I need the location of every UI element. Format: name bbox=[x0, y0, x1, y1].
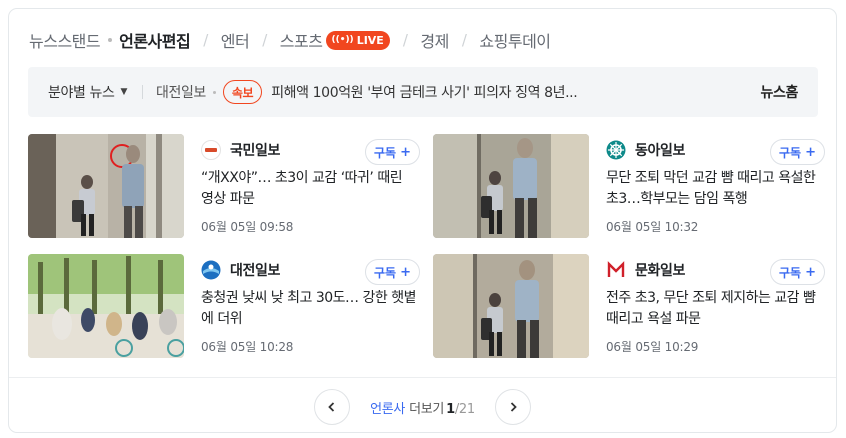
press-row: 국민일보 bbox=[201, 140, 280, 160]
press-row: 문화일보 bbox=[606, 260, 685, 280]
chevron-left-icon bbox=[328, 402, 335, 412]
article-info: 국민일보 구독 + “개XX야”… 초3이 교감 ‘따귀’ 때린 영상 파문 06… bbox=[201, 134, 420, 238]
daejeon-logo-icon bbox=[201, 260, 221, 280]
ticker-press-name[interactable]: 대전일보 bbox=[156, 82, 206, 102]
article-thumbnail[interactable] bbox=[433, 134, 589, 238]
current-page: 1 bbox=[446, 401, 455, 417]
pagination: 언론사 더보기 1/21 bbox=[9, 389, 836, 425]
chevron-right-icon bbox=[510, 402, 517, 412]
next-page-button[interactable] bbox=[494, 389, 531, 425]
subscribe-label: 구독 bbox=[374, 265, 397, 280]
article-card: 동아일보 구독 + 무단 조퇴 막던 교감 뺨 때리고 욕설한 초3…학부모는 담… bbox=[433, 134, 825, 238]
footer-divider bbox=[9, 377, 836, 378]
tab-press-edit[interactable]: 언론사편집 bbox=[119, 28, 191, 52]
tab-separator: / bbox=[203, 31, 208, 49]
prev-page-button[interactable] bbox=[314, 389, 351, 425]
category-dropdown[interactable]: 분야별 뉴스 ▼ bbox=[48, 82, 127, 102]
press-edition-panel: 뉴스스탠드 언론사편집 / 엔터 / 스포츠 ((•)) LIVE / 경제 / … bbox=[8, 8, 837, 433]
plus-icon: + bbox=[805, 144, 816, 160]
article-thumbnail[interactable] bbox=[28, 254, 184, 358]
breaking-badge: 속보 bbox=[222, 80, 263, 104]
live-badge[interactable]: ((•)) LIVE bbox=[326, 30, 390, 50]
article-title[interactable]: 충청권 낮씨 낮 최고 30도… 강한 햇볕에 더위 bbox=[201, 288, 418, 330]
tab-separator: / bbox=[461, 31, 467, 49]
press-name[interactable]: 문화일보 bbox=[635, 260, 685, 280]
article-thumbnail[interactable] bbox=[433, 254, 589, 358]
article-date: 06월 05일 10:32 bbox=[606, 220, 699, 234]
plus-icon: + bbox=[400, 144, 411, 160]
article-date: 06월 05일 10:29 bbox=[606, 340, 699, 354]
article-card: 국민일보 구독 + “개XX야”… 초3이 교감 ‘따귀’ 때린 영상 파문 06… bbox=[28, 134, 420, 238]
article-title[interactable]: “개XX야”… 초3이 교감 ‘따귀’ 때린 영상 파문 bbox=[201, 168, 418, 210]
tab-newsstand[interactable]: 뉴스스탠드 bbox=[29, 28, 101, 52]
press-row: 대전일보 bbox=[201, 260, 280, 280]
press-row: 동아일보 bbox=[606, 140, 685, 160]
subscribe-button[interactable]: 구독 + bbox=[365, 259, 420, 285]
section-tabs: 뉴스스탠드 언론사편집 / 엔터 / 스포츠 ((•)) LIVE / 경제 / … bbox=[29, 28, 551, 52]
subscribe-label: 구독 bbox=[374, 145, 397, 160]
live-badge-label: LIVE bbox=[356, 33, 384, 47]
article-title[interactable]: 전주 초3, 무단 조퇴 제지하는 교감 뺨 때리고 욕설 파문 bbox=[606, 288, 823, 330]
ticker-separator-dot bbox=[212, 90, 216, 94]
donga-logo-icon bbox=[606, 140, 626, 160]
article-card: 문화일보 구독 + 전주 초3, 무단 조퇴 제지하는 교감 뺨 때리고 욕설 파… bbox=[433, 254, 825, 358]
category-label: 분야별 뉴스 bbox=[48, 85, 115, 101]
press-name[interactable]: 대전일보 bbox=[230, 260, 280, 280]
article-info: 동아일보 구독 + 무단 조퇴 막던 교감 뺨 때리고 욕설한 초3…학부모는 담… bbox=[606, 134, 825, 238]
article-info: 문화일보 구독 + 전주 초3, 무단 조퇴 제지하는 교감 뺨 때리고 욕설 파… bbox=[606, 254, 825, 358]
tab-sports[interactable]: 스포츠 bbox=[280, 28, 323, 52]
kukmin-logo-icon bbox=[201, 140, 221, 160]
tab-separator: / bbox=[402, 31, 408, 49]
article-date: 06월 05일 09:58 bbox=[201, 220, 294, 234]
ticker-divider bbox=[141, 85, 143, 99]
article-card: 대전일보 구독 + 충청권 낮씨 낮 최고 30도… 강한 햇볕에 더위 06월 … bbox=[28, 254, 420, 358]
broadcast-icon: ((•)) bbox=[331, 35, 354, 45]
ticker-headline[interactable]: 피해액 100억원 '부여 금테크 사기' 피의자 징역 8년... bbox=[271, 82, 577, 102]
plus-icon: + bbox=[400, 264, 411, 280]
munhwa-logo-icon bbox=[607, 261, 625, 279]
plus-icon: + bbox=[805, 264, 816, 280]
tab-shopping-today[interactable]: 쇼핑투데이 bbox=[479, 28, 551, 52]
subscribe-button[interactable]: 구독 + bbox=[770, 139, 825, 165]
tab-economy[interactable]: 경제 bbox=[420, 28, 449, 52]
news-ticker: 분야별 뉴스 ▼ 대전일보 속보 피해액 100억원 '부여 금테크 사기' 피의… bbox=[28, 67, 818, 117]
subscribe-button[interactable]: 구독 + bbox=[770, 259, 825, 285]
subscribe-label: 구독 bbox=[779, 265, 802, 280]
more-label: 더보기 bbox=[409, 401, 445, 417]
article-info: 대전일보 구독 + 충청권 낮씨 낮 최고 30도… 강한 햇볕에 더위 06월 … bbox=[201, 254, 420, 358]
tab-separator-dot bbox=[108, 38, 113, 42]
article-thumbnail[interactable] bbox=[28, 134, 184, 238]
subscribe-label: 구독 bbox=[779, 145, 802, 160]
caret-down-icon: ▼ bbox=[120, 87, 127, 97]
news-home-link[interactable]: 뉴스홈 bbox=[761, 82, 799, 102]
total-pages: 21 bbox=[458, 401, 475, 417]
tab-separator: / bbox=[262, 31, 267, 49]
article-title[interactable]: 무단 조퇴 막던 교감 뺨 때리고 욕설한 초3…학부모는 담임 폭행 bbox=[606, 168, 823, 210]
more-press-link[interactable]: 언론사 더보기 1/21 bbox=[370, 398, 475, 417]
article-date: 06월 05일 10:28 bbox=[201, 340, 294, 354]
tab-entertainment[interactable]: 엔터 bbox=[221, 28, 250, 52]
subscribe-button[interactable]: 구독 + bbox=[365, 139, 420, 165]
press-name[interactable]: 국민일보 bbox=[230, 140, 280, 160]
press-name[interactable]: 동아일보 bbox=[635, 140, 685, 160]
more-press-label: 언론사 bbox=[370, 401, 406, 417]
